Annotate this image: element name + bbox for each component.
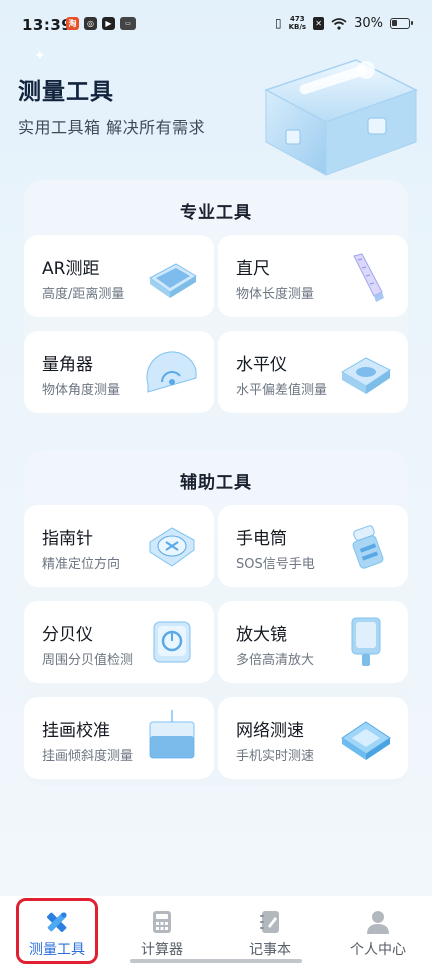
battery-percent: 30% [354, 15, 383, 31]
status-indicators: ▯ 473 KB/s ✕ 30% [275, 15, 413, 31]
tab-label: 记事本 [249, 942, 291, 958]
tool-title: 网络测速 [236, 721, 304, 741]
page-subtitle: 实用工具箱 解决所有需求 [18, 118, 206, 137]
tool-title: 分贝仪 [42, 625, 93, 645]
tab-profile[interactable]: 个人中心 [324, 896, 432, 964]
tool-card-flashlight[interactable]: 手电筒 SOS信号手电 [218, 505, 408, 587]
tool-card-network-speed[interactable]: 网络测速 手机实时测速 [218, 697, 408, 779]
tool-card-level[interactable]: 水平仪 水平偏差值测量 [218, 331, 408, 413]
tool-description: 精准定位方向 [42, 557, 121, 572]
notification-app-icon: ▶ [102, 17, 115, 30]
tab-label: 计算器 [141, 942, 183, 958]
tool-card-protractor[interactable]: 量角器 物体角度测量 [24, 331, 214, 413]
tool-title: 直尺 [236, 259, 270, 279]
tool-title: 挂画校准 [42, 721, 110, 741]
network-speed-value: 473 [290, 15, 305, 23]
sim-off-icon: ✕ [313, 16, 325, 30]
tool-title: 水平仪 [236, 355, 287, 375]
tool-description: 周围分贝值检测 [42, 653, 134, 668]
tool-title: 手电筒 [236, 529, 287, 549]
flashlight-icon [352, 525, 384, 569]
notification-app-icon: ◎ [84, 17, 97, 30]
calculator-icon [153, 911, 171, 933]
tool-title: 指南针 [42, 529, 93, 549]
tool-title: AR测距 [42, 259, 100, 279]
magnifier-icon [351, 617, 381, 666]
tool-description: 手机实时测速 [236, 749, 315, 764]
status-app-icons: 淘 ◎ ▶ ▭ [66, 17, 136, 30]
status-time: 13:39 [22, 16, 73, 34]
notification-app-icon: ▭ [120, 17, 136, 30]
tool-card-compass[interactable]: 指南针 精准定位方向 [24, 505, 214, 587]
tab-notebook[interactable]: 记事本 [216, 896, 324, 964]
active-tab-outline [16, 898, 98, 964]
tool-description: 多倍高清放大 [236, 653, 315, 668]
tool-description: 高度/距离测量 [42, 287, 125, 302]
network-speed-icon [341, 721, 391, 760]
network-speed: 473 KB/s [289, 15, 306, 31]
section-title: 专业工具 [180, 203, 252, 223]
tab-calculator[interactable]: 计算器 [108, 896, 216, 964]
tool-description: 物体长度测量 [236, 287, 315, 302]
wifi-icon [331, 17, 347, 30]
tool-description: 物体角度测量 [42, 383, 121, 398]
compass-icon [149, 527, 195, 567]
tool-title: 量角器 [42, 355, 93, 375]
tool-description: 水平偏差值测量 [236, 383, 328, 398]
tool-card-ar-distance[interactable]: AR测距 高度/距离测量 [24, 235, 214, 317]
section-title: 辅助工具 [180, 473, 252, 493]
tool-card-decibel-meter[interactable]: 分贝仪 周围分贝值检测 [24, 601, 214, 683]
vibrate-icon: ▯ [275, 16, 282, 30]
tool-title: 放大镜 [236, 625, 287, 645]
page-title: 测量工具 [18, 79, 114, 105]
decibel-meter-icon [153, 621, 191, 663]
tool-card-magnifier[interactable]: 放大镜 多倍高清放大 [218, 601, 408, 683]
sparkle-icon: ✦ [34, 48, 46, 64]
battery-icon [390, 17, 413, 29]
notification-app-icon: 淘 [66, 17, 79, 30]
ar-device-icon [149, 263, 197, 298]
notebook-icon [260, 911, 279, 933]
protractor-icon [146, 351, 197, 393]
home-indicator[interactable] [130, 959, 302, 963]
level-icon [341, 357, 391, 394]
person-icon [367, 911, 389, 934]
tool-card-ruler[interactable]: 直尺 物体长度测量 [218, 235, 408, 317]
toolbox-illustration [264, 59, 418, 176]
picture-level-icon [149, 710, 195, 759]
tool-description: SOS信号手电 [236, 557, 315, 572]
tool-description: 挂画倾斜度测量 [42, 749, 134, 764]
tool-card-picture-level[interactable]: 挂画校准 挂画倾斜度测量 [24, 697, 214, 779]
tab-label: 个人中心 [350, 942, 406, 958]
ruler-icon [353, 253, 384, 302]
